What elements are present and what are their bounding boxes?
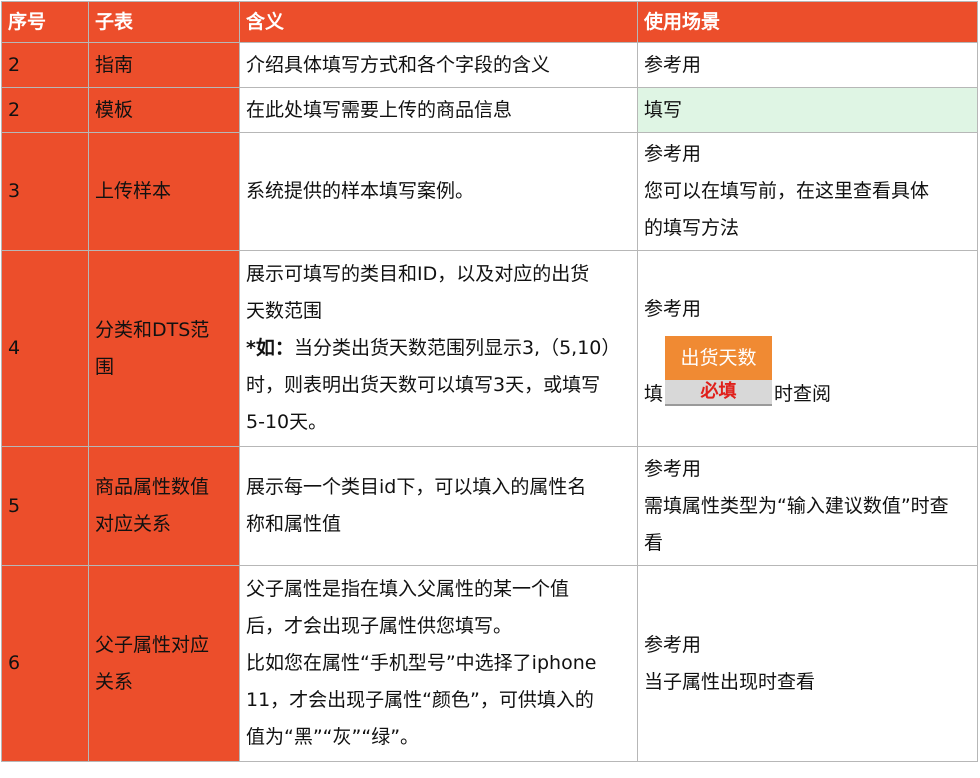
table-row: 5 商品属性数值 对应关系 展示每一个类目id下，可以填入的属性名 称和属性值 …	[1, 446, 978, 566]
sheet-name: 商品属性数值 对应关系	[88, 446, 240, 566]
meaning-cell: 系统提供的样本填写案例。	[239, 132, 638, 251]
meaning-cell: 展示可填写的类目和ID，以及对应的出货 天数范围 *如：当分类出货天数范围列显示…	[239, 250, 638, 447]
sheet-name-line: 商品属性数值	[95, 476, 210, 498]
header-meaning: 含义	[239, 1, 638, 43]
usage-line: 参考用	[644, 298, 702, 320]
required-label: 必填	[665, 380, 773, 406]
table-row: 4 分类和DTS范 围 展示可填写的类目和ID，以及对应的出货 天数范围 *如：…	[1, 250, 978, 447]
usage-cell: 参考用 您可以在填写前，在这里查看具体 的填写方法	[637, 132, 978, 251]
meaning-line: 比如您在属性“手机型号”中选择了iphone	[246, 652, 597, 674]
usage-line: 的填写方法	[644, 217, 740, 239]
usage-cell: 参考用	[637, 42, 978, 88]
meaning-line: 介绍具体填写方式和各个字段的含义	[246, 53, 551, 76]
usage-line: 需填属性类型为“输入建议数值”时查	[644, 494, 949, 517]
row-number: 3	[1, 132, 89, 251]
sheet-name: 父子属性对应 关系	[88, 565, 240, 762]
meaning-line: 值为“黑”“灰”“绿”。	[246, 726, 420, 748]
field-header-badge: 出货天数 必填	[665, 336, 773, 406]
usage-suffix: 时查阅	[774, 383, 832, 405]
table-row: 6 父子属性对应 关系 父子属性是指在填入父属性的某一个值 后，才会出现子属性供…	[1, 565, 978, 762]
usage-line: 您可以在填写前，在这里查看具体	[644, 180, 930, 202]
meaning-line: 时，则表明出货天数可以填写3天，或填写	[246, 374, 601, 396]
usage-line: 填 出货天数 必填 时查阅	[644, 336, 971, 406]
sheet-name: 指南	[88, 42, 240, 88]
row-number: 2	[1, 87, 89, 133]
meaning-line: 展示每一个类目id下，可以填入的属性名	[246, 476, 587, 498]
usage-prefix: 填	[644, 383, 664, 405]
table-row: 2 指南 介绍具体填写方式和各个字段的含义 参考用	[1, 42, 978, 88]
row-number: 5	[1, 446, 89, 566]
meaning-line: *如：当分类出货天数范围列显示3,（5,10）	[246, 330, 631, 367]
meaning-line: 父子属性是指在填入父属性的某一个值	[246, 578, 570, 600]
usage-line: 当子属性出现时查看	[644, 670, 816, 693]
meaning-line: 称和属性值	[246, 513, 342, 535]
usage-line: 填写	[644, 98, 683, 121]
usage-line: 看	[644, 531, 664, 554]
usage-line: 参考用	[644, 143, 702, 165]
meaning-cell: 展示每一个类目id下，可以填入的属性名 称和属性值	[239, 446, 638, 566]
meaning-line: 天数范围	[246, 300, 323, 322]
sheet-name: 模板	[88, 87, 240, 133]
usage-cell: 参考用 需填属性类型为“输入建议数值”时查 看	[637, 446, 978, 566]
meaning-cell: 在此处填写需要上传的商品信息	[239, 87, 638, 133]
meaning-line: 在此处填写需要上传的商品信息	[246, 98, 513, 121]
meaning-line: 后，才会出现子属性供您填写。	[246, 615, 513, 637]
meaning-line: 展示可填写的类目和ID，以及对应的出货	[246, 263, 590, 285]
usage-line: 参考用	[644, 457, 702, 480]
header-no: 序号	[1, 1, 89, 43]
info-table: 序号 子表 含义 使用场景 2 指南 介绍具体填写方式和各个字段的含义 参考用 …	[1, 1, 978, 762]
sheet-name: 上传样本	[88, 132, 240, 251]
sheet-name: 分类和DTS范 围	[88, 250, 240, 447]
meaning-line: 5-10天。	[246, 411, 328, 433]
example-text: 当分类出货天数范围列显示3,（5,10）	[293, 337, 621, 359]
table-row: 3 上传样本 系统提供的样本填写案例。 参考用 您可以在填写前，在这里查看具体 …	[1, 132, 978, 251]
usage-line: 参考用	[644, 633, 702, 656]
row-number: 4	[1, 250, 89, 447]
meaning-line: 系统提供的样本填写案例。	[246, 180, 475, 202]
meaning-cell: 介绍具体填写方式和各个字段的含义	[239, 42, 638, 88]
sheet-name-line: 关系	[95, 670, 134, 693]
sheet-name-line: 分类和DTS范	[95, 318, 210, 341]
badge-title: 出货天数	[665, 336, 773, 380]
usage-line: 参考用	[644, 53, 702, 76]
header-usage: 使用场景	[637, 1, 978, 43]
meaning-cell: 父子属性是指在填入父属性的某一个值 后，才会出现子属性供您填写。 比如您在属性“…	[239, 565, 638, 762]
usage-cell: 参考用 填 出货天数 必填 时查阅	[637, 250, 978, 447]
table-row: 2 模板 在此处填写需要上传的商品信息 填写	[1, 87, 978, 133]
usage-cell: 参考用 当子属性出现时查看	[637, 565, 978, 762]
header-sheet: 子表	[88, 1, 240, 43]
sheet-name-line: 对应关系	[95, 513, 172, 535]
sheet-name-line: 父子属性对应	[95, 633, 210, 656]
meaning-line: 11，才会出现子属性“颜色”，可供填入的	[246, 689, 594, 711]
sheet-name-line: 围	[95, 355, 115, 378]
header-row: 序号 子表 含义 使用场景	[1, 1, 978, 43]
usage-cell: 填写	[637, 87, 978, 133]
example-prefix: *如：	[246, 337, 294, 359]
row-number: 2	[1, 42, 89, 88]
row-number: 6	[1, 565, 89, 762]
